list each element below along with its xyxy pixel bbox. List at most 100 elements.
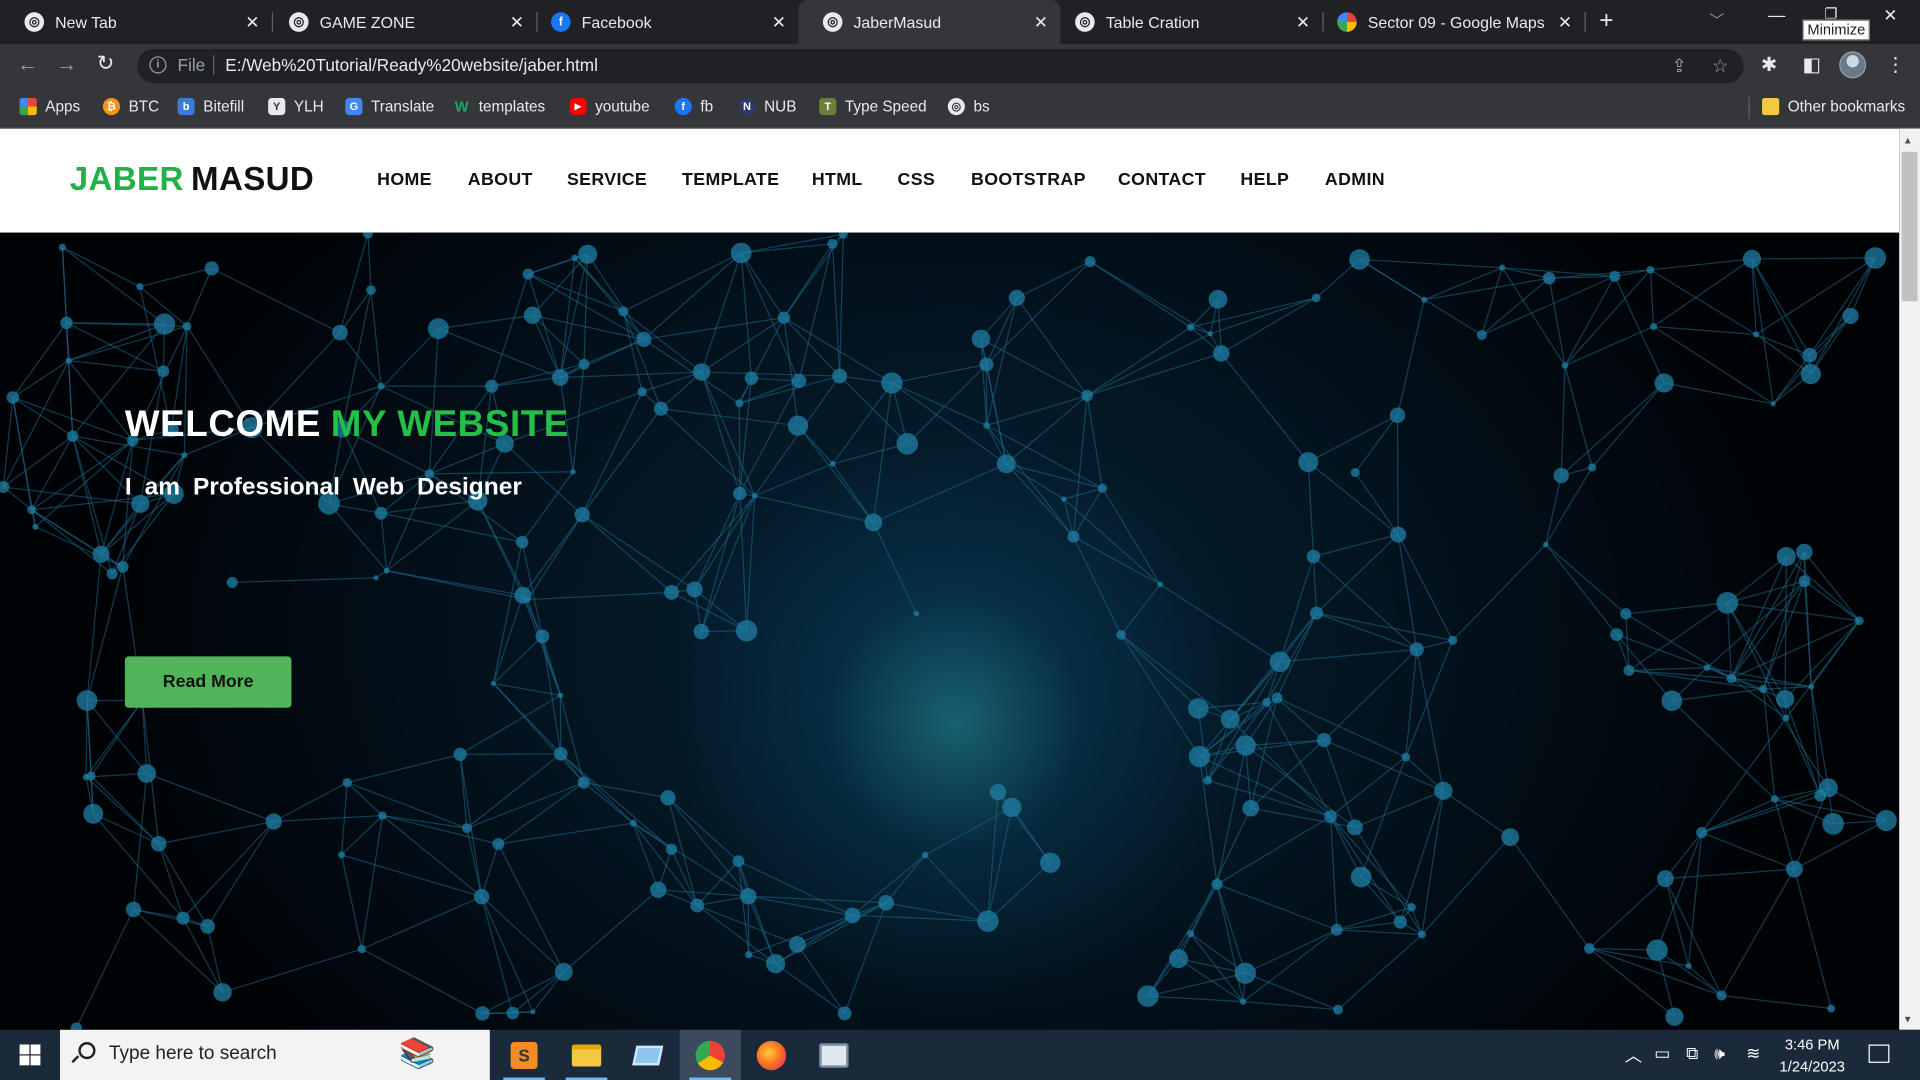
site-header: JABER MASUD HOME ABOUT SERVICE TEMPLATE H… (0, 128, 1900, 233)
taskbar-clock[interactable]: 3:46 PM 1/24/2023 (1771, 1033, 1854, 1077)
nav-admin[interactable]: ADMIN (1325, 170, 1385, 190)
scroll-up-arrow-icon[interactable]: ▲ (1903, 135, 1913, 146)
nav-css[interactable]: CSS (898, 170, 936, 190)
back-arrow-icon[interactable]: ← (17, 53, 38, 77)
notification-center-icon[interactable] (1868, 1044, 1890, 1063)
read-more-button[interactable]: Read More (124, 656, 292, 708)
reload-icon[interactable]: ↻ (97, 51, 114, 75)
battery-icon[interactable]: ▭ (1654, 1043, 1670, 1064)
tab-google-maps[interactable]: Sector 09 - Google Maps ✕ (1313, 0, 1585, 44)
bookmark-label: bs (973, 97, 990, 116)
bookmark-youtube[interactable]: ▶ youtube (569, 96, 650, 118)
window-close-icon[interactable]: ✕ (1883, 5, 1897, 26)
bookmark-label: Apps (45, 97, 81, 116)
folder-icon (1762, 97, 1780, 116)
search-icon (78, 1042, 96, 1060)
tab-game-zone[interactable]: ◎ GAME ZONE ✕ (264, 0, 536, 44)
facebook-icon: f (551, 12, 571, 32)
bookmark-label: NUB (764, 97, 797, 116)
nav-html[interactable]: HTML (812, 170, 863, 190)
windows-start-icon[interactable] (19, 1044, 41, 1066)
tab-title: JaberMasud (853, 12, 942, 32)
bookmark-ylh[interactable]: Y YLH (268, 96, 324, 118)
clock-time: 3:46 PM (1784, 1035, 1840, 1054)
bookmark-label: Type Speed (844, 97, 927, 116)
nav-service[interactable]: SERVICE (567, 170, 647, 190)
volume-icon[interactable]: 🕪 (1714, 1043, 1725, 1064)
scroll-down-arrow-icon[interactable]: ▼ (1903, 1014, 1913, 1025)
globe-icon: ◎ (822, 12, 843, 32)
wifi-icon[interactable]: ≋ (1746, 1043, 1760, 1064)
forward-arrow-icon[interactable]: → (56, 53, 77, 77)
tab-title: Facebook (581, 12, 652, 32)
maps-icon (1337, 12, 1357, 32)
bookmark-label: Other bookmarks (1787, 97, 1906, 116)
other-bookmarks[interactable]: Other bookmarks (1762, 96, 1905, 118)
bookmark-type-speed[interactable]: T Type Speed (819, 96, 927, 118)
tab-title: Sector 09 - Google Maps (1367, 12, 1545, 32)
close-icon[interactable]: ✕ (1296, 12, 1310, 33)
taskbar-chrome[interactable] (679, 1029, 741, 1080)
minimize-icon[interactable]: — (1768, 5, 1785, 25)
taskbar-app-window[interactable] (617, 1030, 678, 1080)
tray-chevron-up-icon[interactable]: ︿ (1625, 1043, 1642, 1067)
bookmark-fb[interactable]: f fb (674, 96, 714, 118)
clock-date: 1/24/2023 (1779, 1057, 1845, 1076)
apps-grid-icon (19, 97, 37, 116)
bookmark-bs[interactable]: ◎ bs (947, 96, 990, 118)
ylh-icon: Y (268, 97, 286, 116)
share-icon[interactable]: ⇪ (1671, 55, 1686, 77)
new-tab-plus-icon[interactable]: + (1599, 7, 1613, 35)
bookmark-templates[interactable]: W templates (453, 96, 545, 118)
bookmark-label: youtube (595, 97, 650, 116)
hero-title: WELCOME MY WEBSITE (125, 404, 569, 446)
tab-jabermasud[interactable]: ◎ JaberMasud ✕ (798, 0, 1061, 45)
extensions-puzzle-icon[interactable]: ✱ (1761, 53, 1777, 77)
menu-kebab-icon[interactable]: ⋮ (1886, 53, 1906, 77)
tab-facebook[interactable]: f Facebook ✕ (527, 0, 799, 44)
taskbar-file-explorer[interactable] (556, 1030, 617, 1080)
url-text[interactable]: E:/Web%20Tutorial/Ready%20website/jaber.… (225, 55, 598, 75)
bookmark-label: Translate (371, 97, 435, 116)
profile-avatar[interactable] (1839, 51, 1867, 79)
taskbar-remote-desktop[interactable] (803, 1030, 864, 1080)
device-icon[interactable]: ⧉ (1686, 1043, 1698, 1064)
close-icon[interactable]: ✕ (772, 12, 786, 33)
bookmark-label: fb (700, 97, 714, 116)
scrollbar-thumb[interactable] (1901, 151, 1918, 302)
bookmark-nub[interactable]: N NUB (738, 96, 796, 118)
nav-template[interactable]: TEMPLATE (682, 170, 779, 190)
nav-help[interactable]: HELP (1240, 170, 1289, 190)
bookmark-btc[interactable]: ₿ BTC (102, 96, 159, 118)
tab-title: Table Cration (1105, 12, 1200, 32)
bookmark-translate[interactable]: G Translate (345, 96, 434, 118)
close-icon[interactable]: ✕ (1558, 12, 1572, 33)
folder-icon (571, 1043, 602, 1066)
tab-search-chevron-icon[interactable]: ﹀ (1709, 10, 1724, 31)
close-icon[interactable]: ✕ (245, 12, 259, 33)
nav-contact[interactable]: CONTACT (1118, 170, 1206, 190)
taskbar-sublime-text[interactable]: S (493, 1030, 554, 1080)
youtube-icon: ▶ (569, 97, 587, 116)
bookmark-apps[interactable]: Apps (19, 96, 81, 118)
nav-bootstrap[interactable]: BOOTSTRAP (971, 170, 1086, 190)
nub-icon: N (738, 97, 756, 116)
hero-subtitle: I am Professional Web Designer (124, 473, 522, 501)
close-icon[interactable]: ✕ (1034, 12, 1048, 33)
firefox-icon (756, 1040, 787, 1070)
globe-icon: ◎ (1075, 12, 1095, 32)
web-page: JABER MASUD HOME ABOUT SERVICE TEMPLATE H… (0, 128, 1900, 1030)
nav-home[interactable]: HOME (377, 170, 432, 190)
info-icon[interactable]: i (149, 56, 167, 74)
tab-new-tab[interactable]: ◎ New Tab ✕ (0, 0, 272, 44)
facebook-icon: f (674, 97, 692, 116)
bookmark-bitefill[interactable]: b Bitefill (177, 96, 244, 118)
close-icon[interactable]: ✕ (510, 12, 524, 33)
star-bookmark-icon[interactable]: ☆ (1712, 55, 1728, 77)
taskbar-firefox[interactable] (741, 1030, 802, 1080)
bookmark-label: templates (478, 97, 546, 116)
tab-table-cration[interactable]: ◎ Table Cration ✕ (1051, 0, 1323, 44)
nav-about[interactable]: ABOUT (468, 170, 533, 190)
site-logo[interactable]: JABER MASUD (70, 160, 314, 198)
side-panel-icon[interactable]: ◧ (1802, 53, 1821, 77)
